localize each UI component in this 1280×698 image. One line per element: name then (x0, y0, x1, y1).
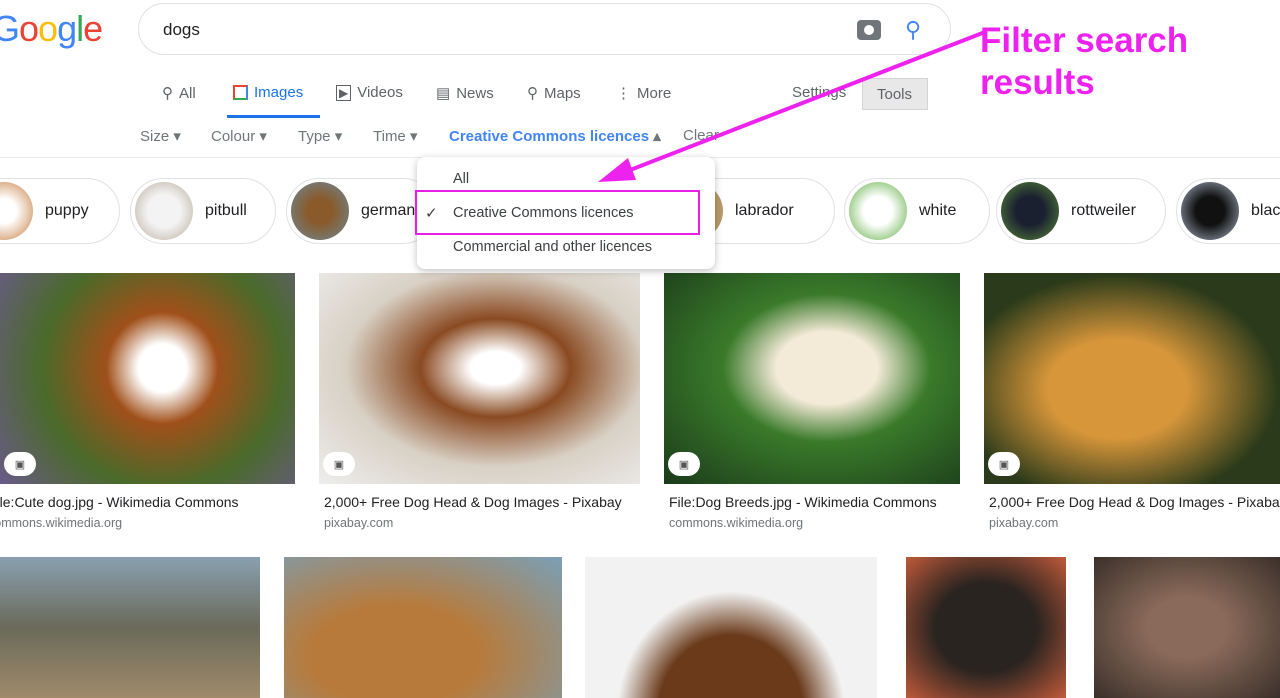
annotation-text: Filter search results (980, 21, 1189, 102)
annotation-arrow (598, 30, 986, 182)
